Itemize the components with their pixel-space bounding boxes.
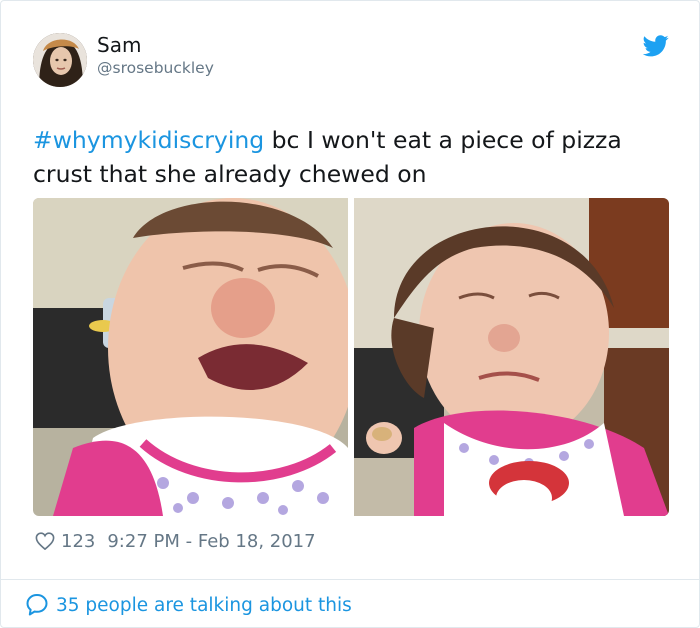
conversation-link[interactable]: 35 people are talking about this xyxy=(25,592,352,618)
tweet-timestamp[interactable]: 9:27 PM - Feb 18, 2017 xyxy=(107,531,315,552)
tweet-text: #whymykidiscrying bc I won't eat a piece… xyxy=(33,123,673,191)
photo-left[interactable] xyxy=(33,198,348,516)
photo-right[interactable] xyxy=(354,198,669,516)
twitter-bird-icon[interactable] xyxy=(643,35,669,57)
toddler-holding-crust-photo xyxy=(354,198,669,516)
hashtag-link[interactable]: #whymykidiscrying xyxy=(33,126,264,154)
heart-icon[interactable] xyxy=(35,532,55,550)
tweet-meta: 123 9:27 PM - Feb 18, 2017 xyxy=(35,529,316,553)
like-count[interactable]: 123 xyxy=(61,531,95,552)
user-handle[interactable]: @srosebuckley xyxy=(97,59,214,77)
talking-count-text[interactable]: 35 people are talking about this xyxy=(56,595,352,616)
speech-bubble-icon xyxy=(26,594,48,616)
avatar[interactable] xyxy=(33,33,87,87)
tweet-card: Sam @srosebuckley #whymykidiscrying bc I… xyxy=(0,0,700,628)
footer-divider xyxy=(1,579,700,580)
user-name[interactable]: Sam xyxy=(97,33,141,57)
crying-toddler-photo xyxy=(33,198,348,516)
avatar-image xyxy=(33,33,87,87)
